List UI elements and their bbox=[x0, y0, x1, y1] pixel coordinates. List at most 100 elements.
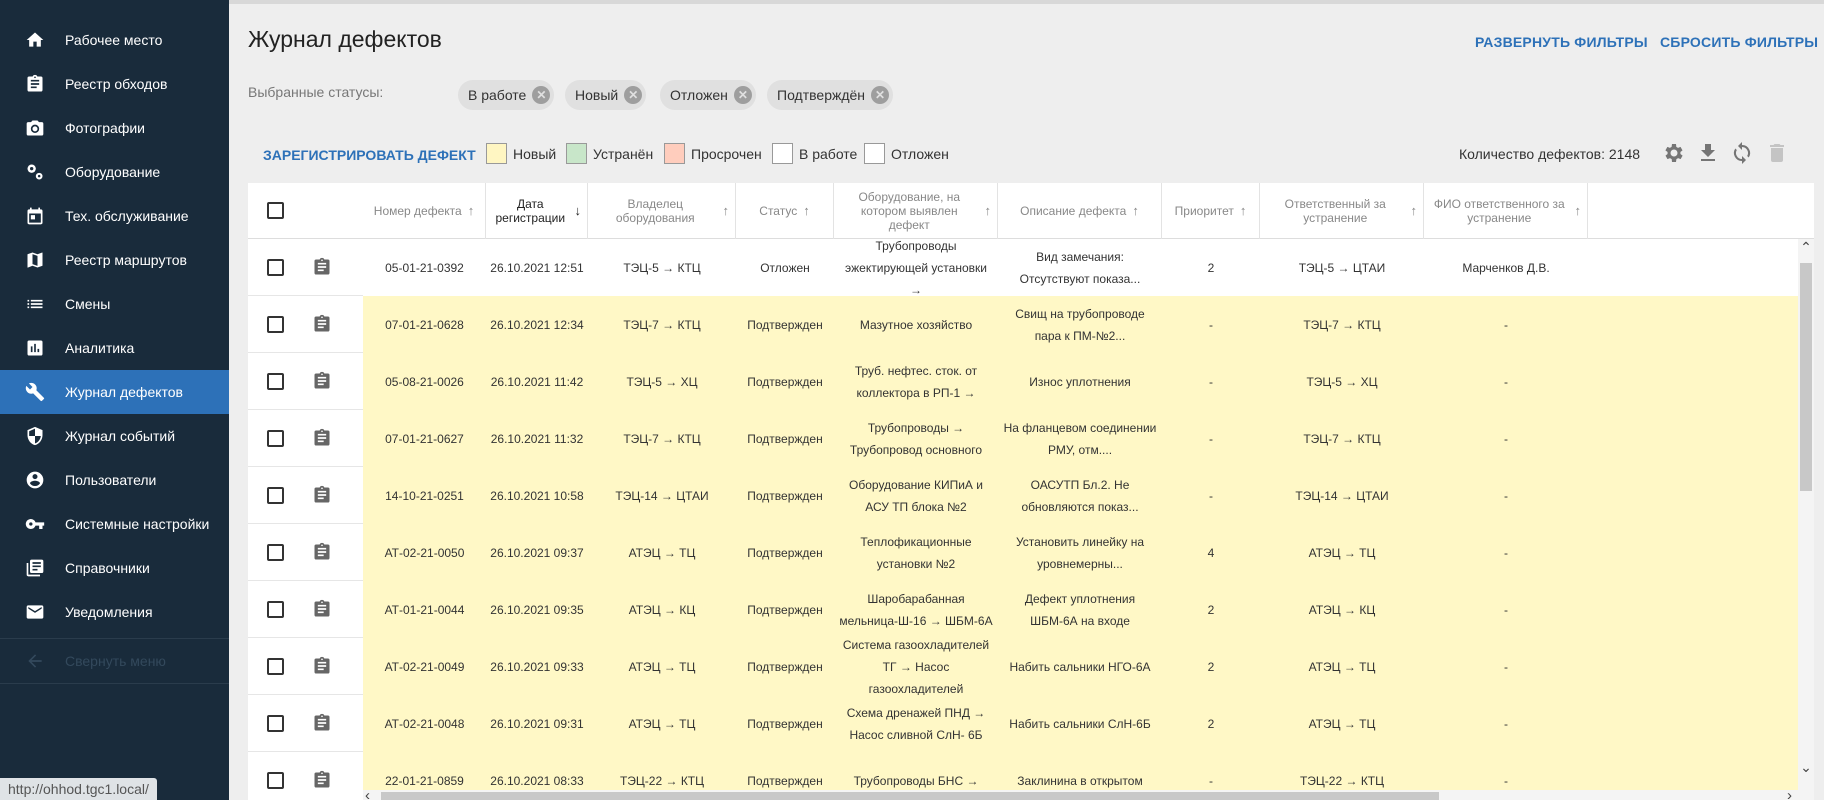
cell-responsible: АТЭЦ → ТЦ bbox=[1308, 659, 1376, 674]
scroll-down-icon[interactable]: ⌄ bbox=[1798, 759, 1814, 776]
sidebar-item-books[interactable]: Справочники bbox=[0, 546, 229, 590]
sidebar-item-key[interactable]: Системные настройки bbox=[0, 502, 229, 546]
row-checkbox[interactable] bbox=[267, 259, 284, 276]
sidebar-item-user[interactable]: Пользователи bbox=[0, 458, 229, 502]
cell-description: Свищ на трубопроводе пара к ПМ-№2... bbox=[1015, 306, 1145, 343]
user-icon bbox=[24, 469, 46, 491]
column-header-priority[interactable]: Приоритет ↑ bbox=[1162, 183, 1260, 239]
clipboard-icon[interactable] bbox=[312, 769, 332, 791]
cell-defect-number: АТ-01-21-0044 bbox=[384, 602, 465, 617]
sidebar-item-camera[interactable]: Фотографии bbox=[0, 106, 229, 150]
scroll-up-icon[interactable]: ⌃ bbox=[1798, 239, 1814, 256]
expand-filters-button[interactable]: РАЗВЕРНУТЬ ФИЛЬТРЫ bbox=[1475, 34, 1648, 50]
legend-overdue: Просрочен bbox=[664, 143, 762, 164]
sidebar-item-clipboard[interactable]: Реестр обходов bbox=[0, 62, 229, 106]
chip-label: Подтверждён bbox=[777, 87, 866, 103]
refresh-icon[interactable] bbox=[1729, 140, 1755, 166]
cell-defect-number: АТ-02-21-0050 bbox=[384, 545, 465, 560]
cell-defect-number: 05-08-21-0026 bbox=[385, 374, 464, 389]
sidebar-item-chart[interactable]: Аналитика bbox=[0, 326, 229, 370]
collapse-menu-button[interactable]: Свернуть меню bbox=[0, 638, 229, 684]
row-checkbox[interactable] bbox=[267, 658, 284, 675]
table-row[interactable]: 05-01-21-0392 26.10.2021 12:51 ТЭЦ-5 → КТЦ… bbox=[248, 239, 1814, 297]
column-header-responsible-name[interactable]: ФИО ответственного за устранение ↑ bbox=[1424, 183, 1588, 239]
row-checkbox[interactable] bbox=[267, 601, 284, 618]
row-checkbox[interactable] bbox=[267, 544, 284, 561]
table-row[interactable]: АТ-02-21-0048 26.10.2021 09:31 АТЭЦ → ТЦ По… bbox=[248, 695, 1814, 752]
clipboard-icon bbox=[24, 73, 46, 95]
register-defect-button[interactable]: ЗАРЕГИСТРИРОВАТЬ ДЕФЕКТ bbox=[263, 147, 476, 163]
chip-remove-icon[interactable]: ✕ bbox=[733, 86, 752, 104]
column-header-date[interactable]: Дата регистрации ↓ bbox=[486, 183, 588, 239]
column-header-description[interactable]: Описание дефекта ↑ bbox=[998, 183, 1162, 239]
clipboard-icon[interactable] bbox=[312, 655, 332, 677]
cell-priority: - bbox=[1209, 431, 1213, 446]
chip-label: Новый bbox=[575, 87, 619, 103]
reset-filters-button[interactable]: СБРОСИТЬ ФИЛЬТРЫ bbox=[1660, 34, 1818, 50]
column-header-equipment[interactable]: Оборудование, на котором выявлен дефект ↑ bbox=[834, 183, 998, 239]
clipboard-icon[interactable] bbox=[312, 712, 332, 734]
clipboard-icon[interactable] bbox=[312, 484, 332, 506]
table-row[interactable]: АТ-01-21-0044 26.10.2021 09:35 АТЭЦ → КЦ По… bbox=[248, 581, 1814, 638]
status-chip-new: Новый ✕ bbox=[565, 80, 647, 110]
row-checkbox[interactable] bbox=[267, 316, 284, 333]
column-header-owner[interactable]: Владелец оборудования ↑ bbox=[588, 183, 736, 239]
sidebar-item-list[interactable]: Смены bbox=[0, 282, 229, 326]
horizontal-scrollbar[interactable]: ‹ › bbox=[363, 787, 1798, 800]
chip-remove-icon[interactable]: ✕ bbox=[532, 86, 551, 104]
download-icon[interactable] bbox=[1695, 140, 1721, 166]
vertical-scrollbar[interactable]: ⌃ ⌄ bbox=[1798, 239, 1814, 800]
cell-equipment: Схема дренажей ПНД → Насос сливной СлН- … bbox=[846, 705, 986, 742]
sidebar-item-calendar[interactable]: Тех. обслуживание bbox=[0, 194, 229, 238]
row-checkbox[interactable] bbox=[267, 772, 284, 789]
column-title: Статус bbox=[759, 204, 798, 218]
column-header-status[interactable]: Статус ↑ bbox=[736, 183, 834, 239]
clipboard-icon[interactable] bbox=[312, 541, 332, 563]
sidebar-item-shield[interactable]: Журнал событий bbox=[0, 414, 229, 458]
sidebar-item-home[interactable]: Рабочее место bbox=[0, 18, 229, 62]
cell-responsible: АТЭЦ → ТЦ bbox=[1308, 716, 1376, 731]
delete-icon[interactable] bbox=[1764, 140, 1790, 166]
row-checkbox[interactable] bbox=[267, 373, 284, 390]
select-all-checkbox[interactable] bbox=[267, 202, 284, 219]
clipboard-icon[interactable] bbox=[312, 598, 332, 620]
sidebar-item-mail[interactable]: Уведомления bbox=[0, 590, 229, 634]
sidebar-item-gears[interactable]: Оборудование bbox=[0, 150, 229, 194]
scroll-thumb[interactable] bbox=[1800, 263, 1812, 491]
chip-remove-icon[interactable]: ✕ bbox=[871, 86, 890, 104]
row-checkbox[interactable] bbox=[267, 715, 284, 732]
cell-responsible-name: - bbox=[1504, 602, 1508, 617]
cell-registration-date: 26.10.2021 12:51 bbox=[490, 260, 584, 275]
sidebar-item-wrench[interactable]: Журнал дефектов bbox=[0, 370, 229, 414]
legend-label: Просрочен bbox=[691, 145, 762, 162]
clipboard-icon[interactable] bbox=[312, 313, 332, 335]
scroll-left-icon[interactable]: ‹ bbox=[365, 787, 370, 800]
cell-responsible: ТЭЦ-14 → ЦТАИ bbox=[1295, 488, 1389, 503]
chip-remove-icon[interactable]: ✕ bbox=[624, 86, 643, 104]
table-row[interactable]: 07-01-21-0628 26.10.2021 12:34 ТЭЦ-7 → КТЦ… bbox=[248, 296, 1814, 353]
cell-responsible-name: - bbox=[1504, 317, 1508, 332]
clipboard-icon[interactable] bbox=[312, 256, 332, 278]
legend-postponed: Отложен bbox=[864, 143, 949, 164]
sidebar-item-label: Аналитика bbox=[65, 340, 135, 356]
row-checkbox[interactable] bbox=[267, 487, 284, 504]
table-row[interactable]: 14-10-21-0251 26.10.2021 10:58 ТЭЦ-14 → ЦТ… bbox=[248, 467, 1814, 524]
clipboard-icon[interactable] bbox=[312, 370, 332, 392]
row-checkbox[interactable] bbox=[267, 430, 284, 447]
column-title: Ответственный за устранение bbox=[1284, 197, 1386, 225]
table-row[interactable]: 05-08-21-0026 26.10.2021 11:42 ТЭЦ-5 → ХЦ П… bbox=[248, 353, 1814, 410]
table-row[interactable]: 07-01-21-0627 26.10.2021 11:32 ТЭЦ-7 → КТЦ… bbox=[248, 410, 1814, 467]
settings-icon[interactable] bbox=[1661, 140, 1687, 166]
camera-icon bbox=[24, 117, 46, 139]
clipboard-icon[interactable] bbox=[312, 427, 332, 449]
sidebar-item-map[interactable]: Реестр маршрутов bbox=[0, 238, 229, 282]
legend-new: Новый bbox=[486, 143, 556, 164]
column-header-number[interactable]: Номер дефекта ↑ bbox=[363, 183, 486, 239]
scroll-right-icon[interactable]: › bbox=[1787, 787, 1792, 800]
table-row[interactable]: АТ-02-21-0050 26.10.2021 09:37 АТЭЦ → ТЦ По… bbox=[248, 524, 1814, 581]
cell-registration-date: 26.10.2021 11:32 bbox=[490, 431, 584, 446]
table-row[interactable]: АТ-02-21-0049 26.10.2021 09:33 АТЭЦ → ТЦ По… bbox=[248, 638, 1814, 696]
scroll-thumb[interactable] bbox=[381, 792, 1439, 800]
cell-status: Подтвержден bbox=[747, 545, 823, 560]
column-header-responsible[interactable]: Ответственный за устранение ↑ bbox=[1260, 183, 1424, 239]
